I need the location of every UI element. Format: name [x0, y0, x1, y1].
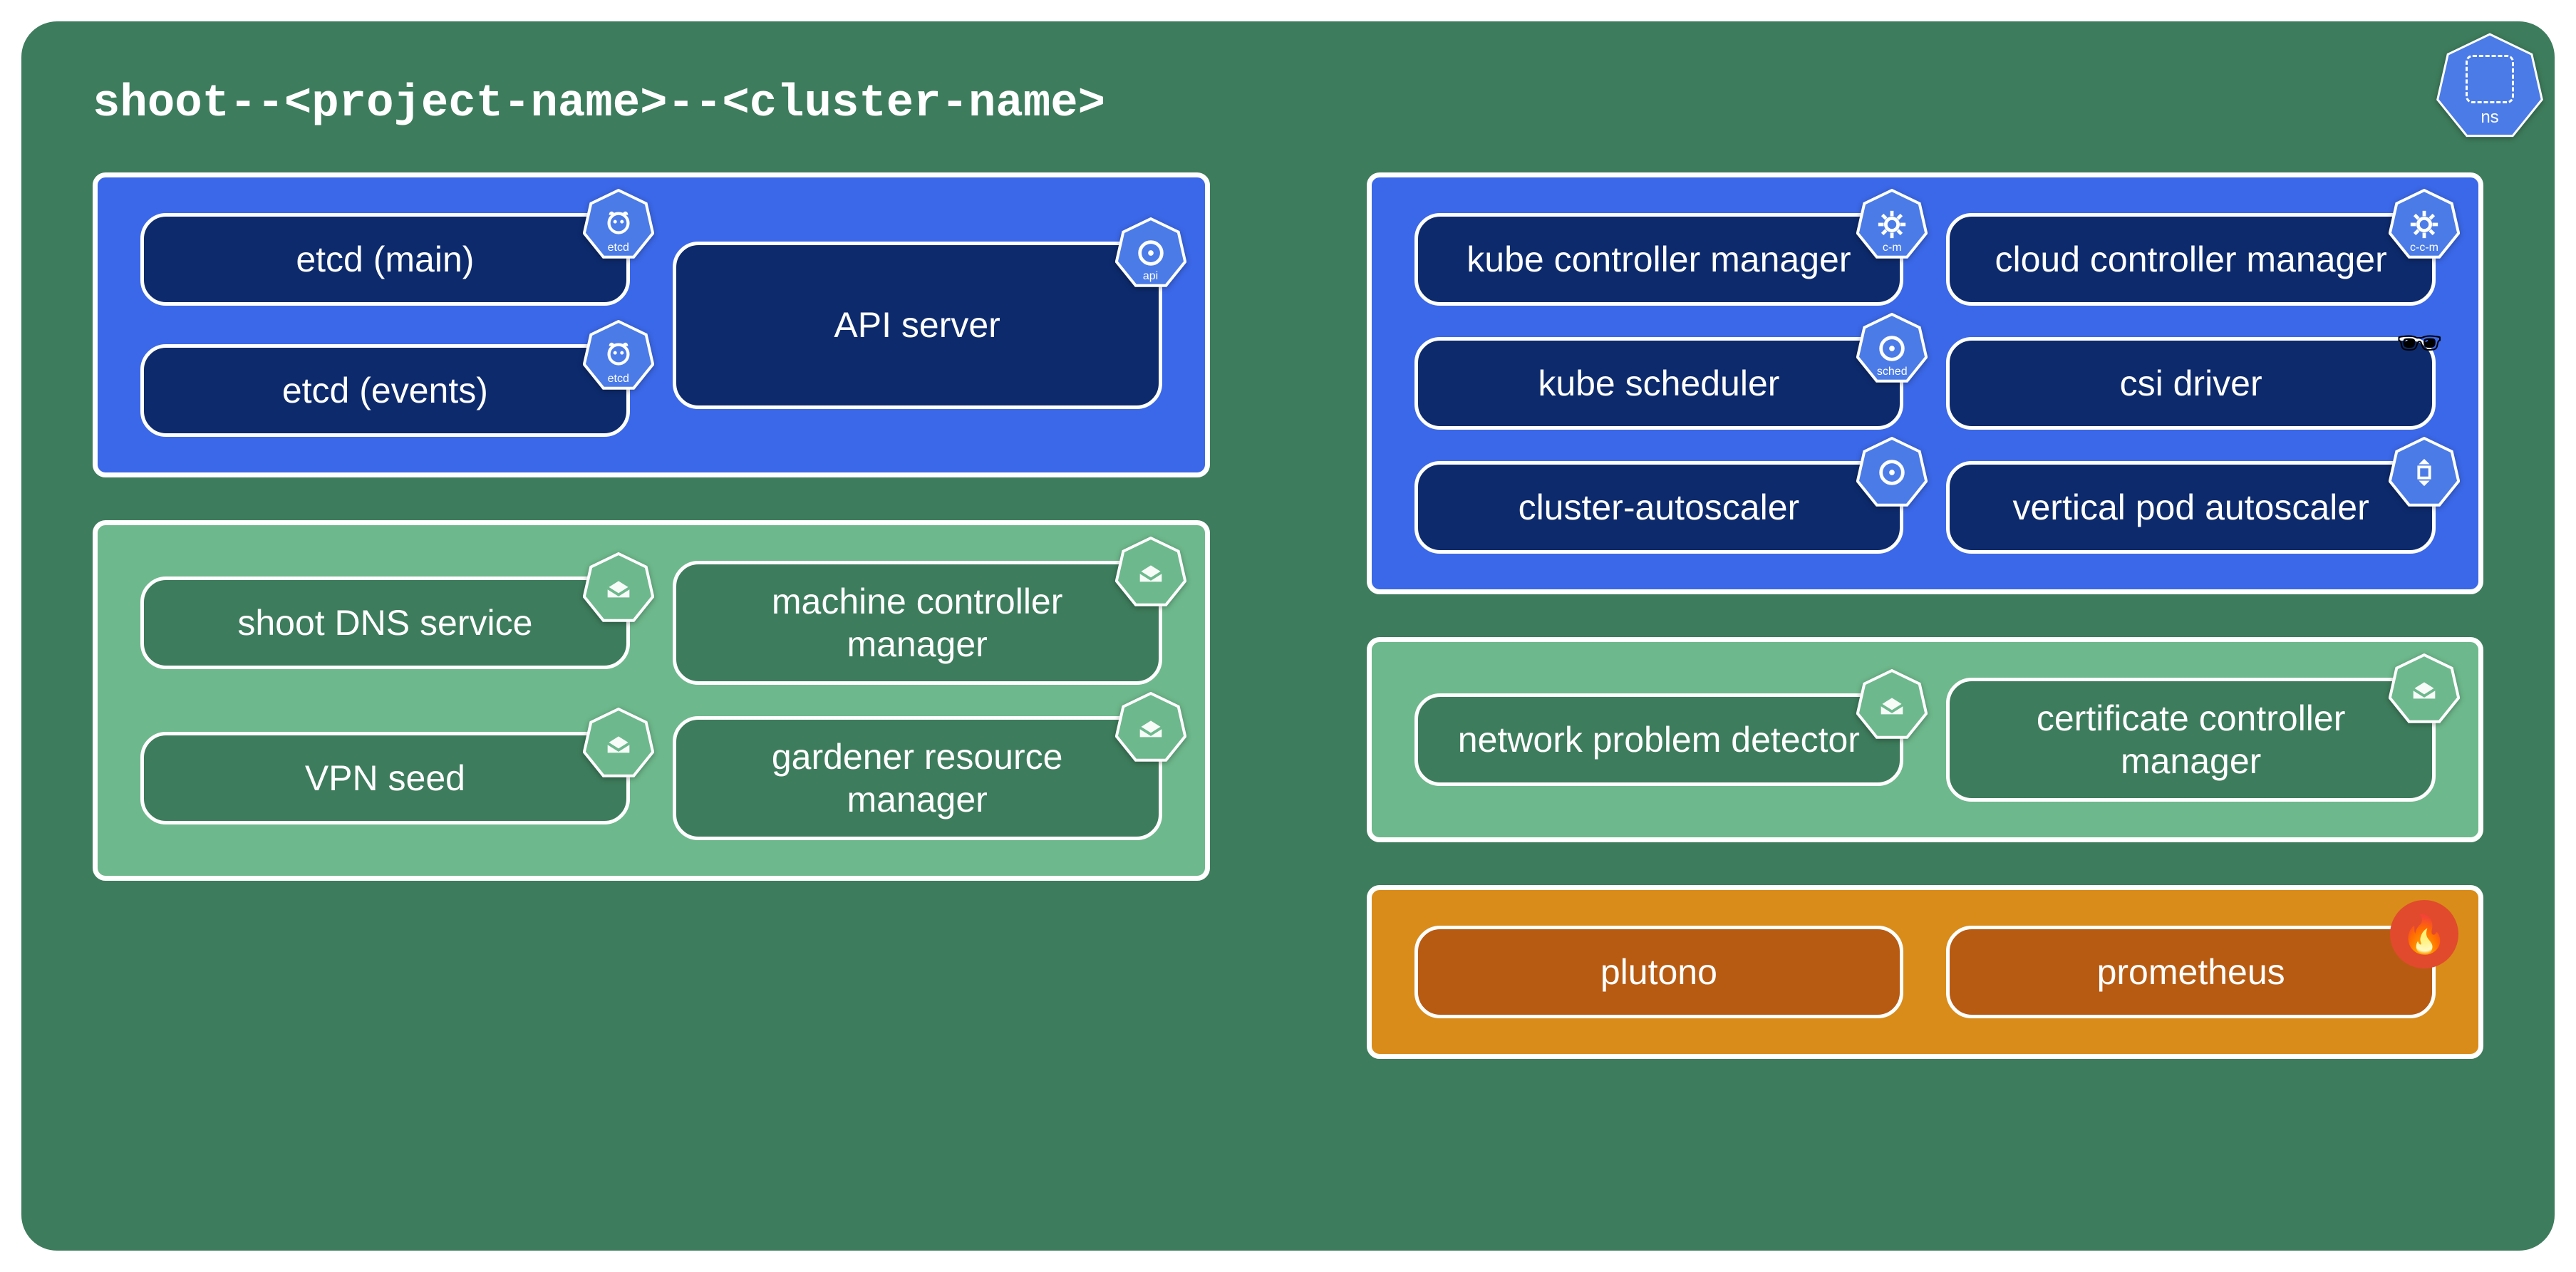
vpn-seed-box: VPN seed	[140, 732, 630, 824]
prometheus-box: prometheus	[1946, 926, 2436, 1018]
scheduler-wrap: kube scheduler sched	[1414, 337, 1904, 430]
kcm-box: kube controller manager	[1414, 213, 1904, 306]
vpn-seed-wrap: VPN seed	[140, 732, 630, 824]
vpa-box: vertical pod autoscaler	[1946, 461, 2436, 554]
vpa-icon	[2389, 437, 2460, 508]
gardener-icon	[2389, 653, 2460, 725]
namespace-title: shoot--<project-name>--<cluster-name>	[93, 78, 2483, 130]
etcd-events-box: etcd (events)	[140, 344, 630, 437]
namespace-container: ns shoot--<project-name>--<cluster-name>…	[21, 21, 2555, 1251]
etcd-icon: etcd	[583, 320, 654, 391]
right-column: kube controller manager c-m cloud contro…	[1367, 172, 2484, 1181]
shoot-dns-wrap: shoot DNS service	[140, 576, 630, 669]
csi-wrap: csi driver 🕶	[1946, 337, 2436, 430]
scheduler-box: kube scheduler	[1414, 337, 1904, 430]
k8s-icon	[1856, 437, 1928, 508]
vpa-wrap: vertical pod autoscaler	[1946, 461, 2436, 554]
prometheus-flame-icon: 🔥	[2390, 900, 2458, 968]
left-column: etcd (main) etcd etcd (events)	[93, 172, 1210, 1181]
npd-box: network problem detector	[1414, 693, 1904, 786]
grm-box: gardener resource manager	[673, 716, 1162, 840]
gardener-icon	[1115, 537, 1186, 608]
controller-manager-icon: c-m	[1856, 189, 1928, 260]
csi-box: csi driver	[1946, 337, 2436, 430]
etcd-icon: etcd	[583, 189, 654, 260]
namespace-badge: ns	[2436, 32, 2544, 140]
ccm-box: cloud controller manager	[1946, 213, 2436, 306]
plutono-wrap: plutono	[1414, 926, 1904, 1018]
left-blue-panel: etcd (main) etcd etcd (events)	[93, 172, 1210, 477]
cluster-autoscaler-wrap: cluster-autoscaler	[1414, 461, 1904, 554]
prometheus-wrap: prometheus 🔥	[1946, 926, 2436, 1018]
scheduler-icon: sched	[1856, 313, 1928, 384]
ccm-wrap: cloud controller manager c-c-m	[1946, 213, 2436, 306]
right-blue-panel: kube controller manager c-m cloud contro…	[1367, 172, 2484, 594]
npd-wrap: network problem detector	[1414, 693, 1904, 786]
gardener-icon	[1856, 669, 1928, 740]
sunglasses-icon: 🕶	[2396, 321, 2443, 365]
kcm-wrap: kube controller manager c-m	[1414, 213, 1904, 306]
grm-wrap: gardener resource manager	[673, 716, 1162, 840]
plutono-box: plutono	[1414, 926, 1904, 1018]
mcm-box: machine controller manager	[673, 561, 1162, 685]
etcd-events-wrap: etcd (events) etcd	[140, 344, 630, 437]
etcd-main-box: etcd (main)	[140, 213, 630, 306]
etcd-main-wrap: etcd (main) etcd	[140, 213, 630, 306]
api-server-box: API server	[673, 242, 1162, 409]
right-orange-panel: plutono prometheus 🔥	[1367, 885, 2484, 1059]
api-icon: api	[1115, 217, 1186, 289]
gardener-icon	[583, 552, 654, 624]
namespace-label: ns	[2481, 108, 2498, 128]
content-columns: etcd (main) etcd etcd (events)	[93, 172, 2483, 1181]
cloud-controller-manager-icon: c-c-m	[2389, 189, 2460, 260]
cert-cm-box: certificate controller manager	[1946, 678, 2436, 802]
cert-cm-wrap: certificate controller manager	[1946, 678, 2436, 802]
api-server-wrap: API server api	[673, 242, 1162, 409]
cluster-autoscaler-box: cluster-autoscaler	[1414, 461, 1904, 554]
mcm-wrap: machine controller manager	[673, 561, 1162, 685]
right-green-panel: network problem detector certificate con…	[1367, 637, 2484, 842]
gardener-icon	[583, 708, 654, 779]
left-green-panel: shoot DNS service machine controller man…	[93, 520, 1210, 881]
gardener-icon	[1115, 692, 1186, 763]
shoot-dns-box: shoot DNS service	[140, 576, 630, 669]
namespace-dashed-icon	[2466, 55, 2514, 103]
